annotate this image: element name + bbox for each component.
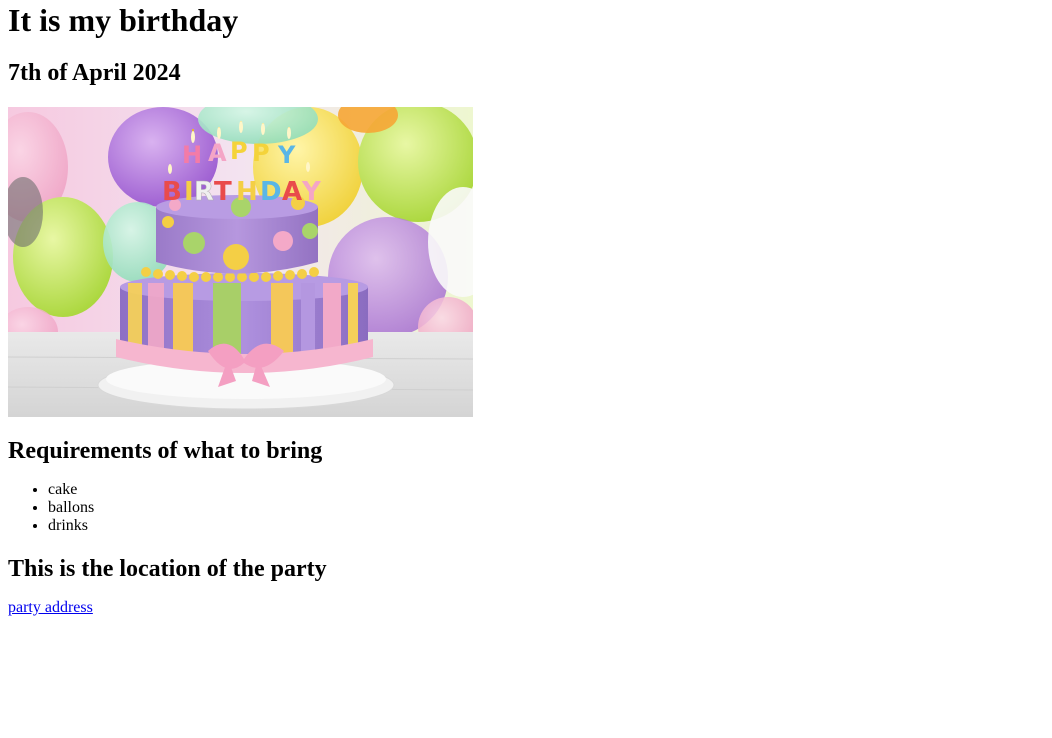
svg-text:B: B <box>162 177 182 207</box>
svg-text:Y: Y <box>301 177 322 207</box>
svg-text:Y: Y <box>277 141 296 169</box>
location-heading: This is the location of the party <box>8 556 327 582</box>
svg-text:I: I <box>184 177 194 207</box>
requirements-list: cake ballons drinks <box>8 481 1044 535</box>
page-content: It is my birthday 7th of April 2024 H A … <box>0 0 1052 617</box>
svg-text:A: A <box>208 139 227 167</box>
svg-text:D: D <box>260 177 282 207</box>
requirements-heading: Requirements of what to bring <box>8 438 323 464</box>
svg-text:P: P <box>252 139 270 167</box>
svg-text:H: H <box>182 141 202 169</box>
party-address-link[interactable]: party address <box>8 599 93 616</box>
party-date: 7th of April 2024 <box>8 60 181 86</box>
list-item: drinks <box>48 517 1044 535</box>
svg-text:T: T <box>214 177 232 207</box>
svg-text:H: H <box>236 177 258 207</box>
birthday-cake-image: H A P P Y B I R T H D A Y <box>8 107 473 417</box>
address-paragraph: party address <box>8 599 1044 617</box>
page-title: It is my birthday <box>8 2 239 38</box>
svg-text:A: A <box>282 177 302 207</box>
list-item: ballons <box>48 499 1044 517</box>
svg-text:R: R <box>194 177 214 207</box>
list-item: cake <box>48 481 1044 499</box>
svg-text:P: P <box>230 137 248 165</box>
